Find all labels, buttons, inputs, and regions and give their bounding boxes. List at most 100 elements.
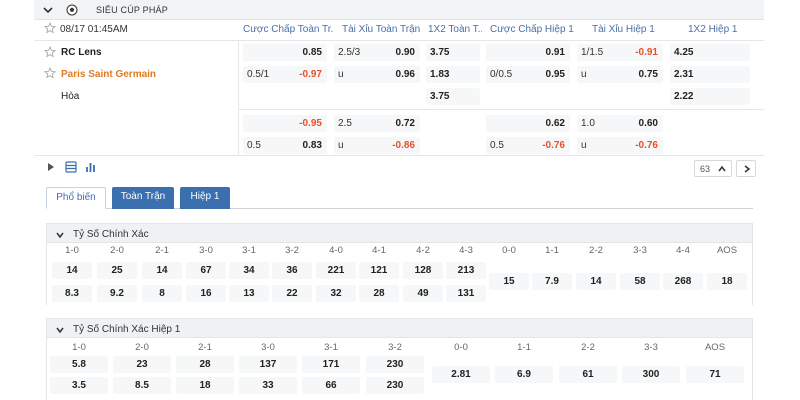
tab-first-half[interactable]: Hiệp 1 [180,187,230,209]
score-odds-cell[interactable]: 58 [620,273,660,290]
soccer-ball-icon [66,4,78,16]
score-odds-cell[interactable]: 49 [403,285,443,302]
score-odds-cell[interactable]: 16 [186,285,226,302]
bar-chart-icon[interactable] [84,160,98,174]
score-odds-cell[interactable]: 22 [272,285,312,302]
score-odds-cell[interactable]: 268 [663,273,703,290]
score-odds-cell[interactable]: 121 [359,262,399,279]
chevron-right-icon [744,165,751,173]
odds-cell-hdp-ft[interactable]: 0.5 0.83 [243,137,327,154]
favorite-star-icon[interactable] [44,22,56,34]
odds-cell-hdp-h1[interactable]: 0.91 [486,44,570,61]
score-odds-cell[interactable]: 36 [272,262,312,279]
score-odds-cell[interactable]: 137 [239,356,297,373]
chevron-down-icon[interactable] [55,325,65,335]
odds-cell-hdp-ft[interactable]: 0.5/1 -0.97 [243,66,327,83]
score-header: 4-1 [372,245,386,256]
odds-cell-ou-ft[interactable]: 2.5 0.72 [334,115,420,132]
odds-cell-ou-ft[interactable]: 2.5/3 0.90 [334,44,420,61]
score-header: 1-1 [545,245,559,256]
score-odds-cell[interactable]: 8 [142,285,182,302]
score-odds-cell[interactable]: 8.3 [52,285,92,302]
section-header-correct-score-h1[interactable]: Tỷ Số Chính Xác Hiệp 1 [46,318,753,338]
odds-cell-hdp-h1[interactable]: 0/0.5 0.95 [486,66,570,83]
score-odds-cell[interactable]: 15 [489,273,529,290]
odds-cell-ou-h1[interactable]: 1/1.5 -0.91 [577,44,663,61]
score-odds-cell[interactable]: 13 [229,285,269,302]
score-odds-cell[interactable]: 25 [97,262,137,279]
odds-cell-1x2-ft[interactable]: 3.75 [426,44,480,61]
score-odds-cell[interactable]: 28 [359,285,399,302]
odds-cell-1x2-ft[interactable]: 3.75 [426,88,480,105]
score-odds-cell[interactable]: 32 [316,285,356,302]
score-odds-cell[interactable]: 230 [366,356,424,373]
odds-cell-hdp-ft[interactable]: -0.95 [243,115,327,132]
score-odds-cell[interactable]: 2.81 [432,366,490,383]
odds-cell-1x2-h1[interactable]: 2.31 [670,66,750,83]
score-header: 2-2 [589,245,603,256]
odds-cell-hdp-ft[interactable]: 0.85 [243,44,327,61]
score-odds-cell[interactable]: 14 [52,262,92,279]
score-odds-cell[interactable]: 171 [302,356,360,373]
market-count-value: 63 [700,164,711,174]
section-header-correct-score[interactable]: Tỷ Số Chính Xác [46,223,753,243]
score-header: AOS [716,245,738,256]
column-header-1x2-ft: 1X2 Toàn T... [428,24,482,35]
score-header: 4-3 [459,245,473,256]
score-odds-cell[interactable]: 33 [239,377,297,394]
score-odds-cell[interactable]: 61 [559,366,617,383]
score-odds-cell[interactable]: 28 [176,356,234,373]
odds-cell-1x2-h1[interactable]: 2.22 [670,88,750,105]
tab-full-match[interactable]: Toàn Trận [112,187,174,209]
play-icon[interactable] [46,162,56,172]
chevron-up-icon[interactable] [717,164,727,174]
score-odds-cell[interactable]: 230 [366,377,424,394]
score-odds-cell[interactable]: 9.2 [97,285,137,302]
chevron-down-icon[interactable] [55,230,65,240]
score-header: AOS [704,342,726,353]
odds-cell-ou-h1[interactable]: u -0.76 [577,137,663,154]
odds-cell-ou-ft[interactable]: u -0.86 [334,137,420,154]
score-odds-cell[interactable]: 213 [446,262,486,279]
score-odds-cell[interactable]: 7.9 [532,273,572,290]
favorite-star-icon[interactable] [44,67,56,79]
market-count[interactable]: 63 [694,160,732,177]
score-odds-cell[interactable]: 18 [707,273,747,290]
score-odds-cell[interactable]: 131 [446,285,486,302]
odds-cell-ou-h1[interactable]: 1.0 0.60 [577,115,663,132]
odds-cell-ou-h1[interactable]: u 0.75 [577,66,663,83]
league-header[interactable]: SIÊU CÚP PHÁP [34,0,764,20]
odds-cell-1x2-h1[interactable]: 4.25 [670,44,750,61]
tab-popular[interactable]: Phổ biến [46,187,106,209]
score-odds-cell[interactable]: 18 [176,377,234,394]
score-odds-cell[interactable]: 6.9 [495,366,553,383]
odds-cell-hdp-h1[interactable]: 0.5 -0.76 [486,137,570,154]
score-odds-cell[interactable]: 34 [229,262,269,279]
score-odds-cell[interactable]: 128 [403,262,443,279]
score-header: 2-0 [110,245,124,256]
home-team-name[interactable]: RC Lens [61,47,102,58]
score-odds-cell[interactable]: 23 [113,356,171,373]
next-button[interactable] [736,160,756,177]
score-odds-cell[interactable]: 14 [576,273,616,290]
chevron-down-icon[interactable] [42,4,54,16]
score-odds-cell[interactable]: 71 [686,366,744,383]
list-icon[interactable] [64,160,78,174]
score-odds-cell[interactable]: 67 [186,262,226,279]
score-odds-cell[interactable]: 3.5 [50,377,108,394]
score-odds-cell[interactable]: 221 [316,262,356,279]
match-datetime: 08/17 01:45AM [60,24,128,35]
score-odds-cell[interactable]: 14 [142,262,182,279]
favorite-star-icon[interactable] [44,46,56,58]
score-odds-cell[interactable]: 8.5 [113,377,171,394]
score-header: 2-2 [581,342,595,353]
draw-label: Hòa [61,91,80,102]
score-odds-cell[interactable]: 66 [302,377,360,394]
odds-cell-1x2-ft[interactable]: 1.83 [426,66,480,83]
odds-cell-ou-ft[interactable]: u 0.96 [334,66,420,83]
away-team-name[interactable]: Paris Saint Germain [61,69,156,80]
odds-cell-hdp-h1[interactable]: 0.62 [486,115,570,132]
score-odds-cell[interactable]: 300 [622,366,680,383]
column-header-ou-ft: Tài Xỉu Toàn Trận [342,24,421,35]
score-odds-cell[interactable]: 5.8 [50,356,108,373]
